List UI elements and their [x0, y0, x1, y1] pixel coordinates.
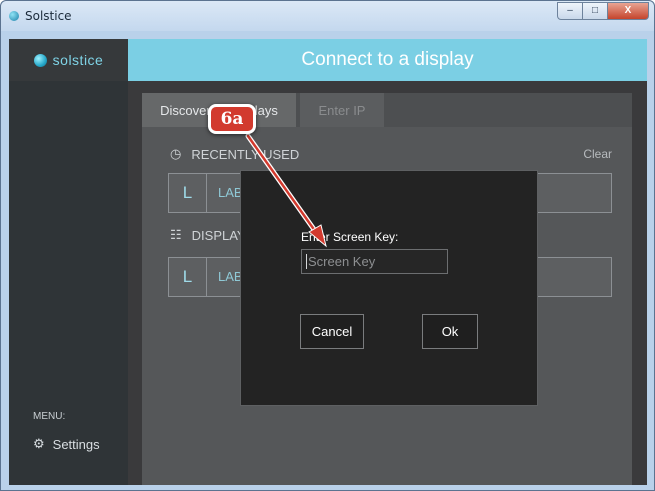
- recently-used-heading: ◷ RECENTLY USED: [170, 146, 299, 162]
- ok-button[interactable]: Ok: [422, 314, 478, 349]
- display-name: LAB: [218, 185, 243, 200]
- recently-used-label: RECENTLY USED: [191, 146, 300, 162]
- sidebar: solstice MENU: ⚙ Settings: [9, 39, 128, 485]
- gear-icon: ⚙: [33, 436, 45, 451]
- logo: solstice: [9, 39, 128, 81]
- window-title: Solstice: [25, 9, 72, 23]
- step-callout: 6a: [208, 104, 256, 134]
- clear-button[interactable]: Clear: [583, 147, 612, 161]
- display-initial: L: [169, 258, 207, 296]
- screen-key-label: Enter Screen Key:: [301, 230, 399, 244]
- page-title: Connect to a display: [301, 49, 474, 70]
- text-cursor: [306, 254, 307, 269]
- clock-icon: ◷: [170, 146, 182, 161]
- screen-key-input[interactable]: [301, 249, 448, 274]
- close-button[interactable]: X: [607, 2, 649, 20]
- title-bar[interactable]: Solstice – □ X: [1, 1, 654, 31]
- logo-text: solstice: [52, 52, 104, 68]
- display-initial: L: [169, 174, 207, 212]
- window-controls: – □ X: [557, 2, 649, 20]
- minimize-button[interactable]: –: [557, 2, 583, 20]
- network-icon: ☷: [170, 227, 182, 242]
- cancel-button[interactable]: Cancel: [300, 314, 364, 349]
- solstice-logo-icon: [9, 11, 19, 21]
- maximize-button[interactable]: □: [582, 2, 608, 20]
- sidebar-item-label: Settings: [52, 436, 100, 452]
- display-name: LAB: [218, 269, 243, 284]
- sidebar-item-settings[interactable]: ⚙ Settings: [33, 436, 100, 452]
- tab-enter-ip[interactable]: Enter IP: [300, 93, 384, 127]
- screen-key-dialog: Enter Screen Key: Cancel Ok: [240, 170, 538, 406]
- menu-label: MENU:: [33, 411, 66, 422]
- solstice-logo-icon: [33, 53, 47, 67]
- header: Connect to a display: [128, 39, 647, 81]
